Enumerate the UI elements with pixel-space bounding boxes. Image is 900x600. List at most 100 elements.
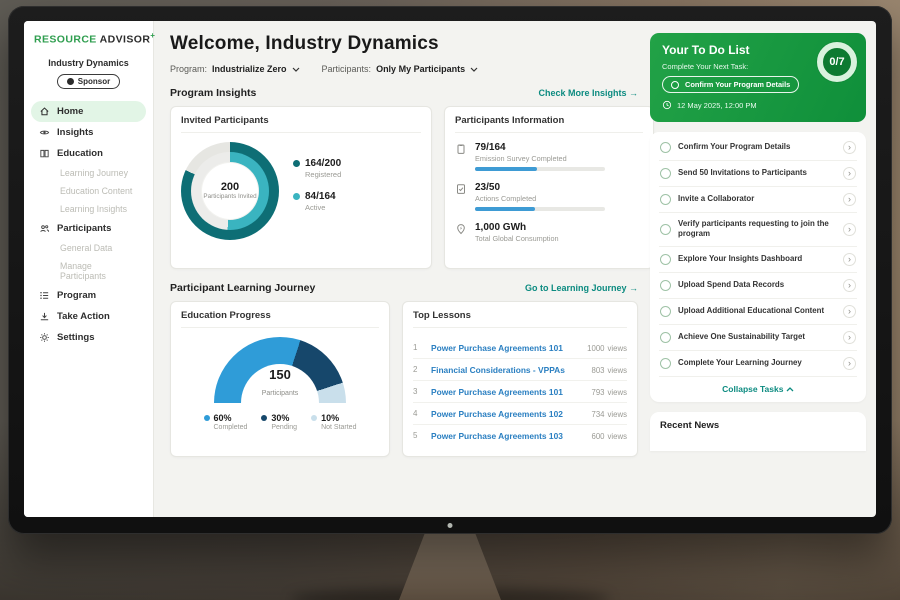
app-logo: RESOURCE ADVISOR+ xyxy=(31,31,146,46)
invited-participants-title: Invited Participants xyxy=(181,115,421,133)
task-checkbox[interactable] xyxy=(660,168,671,179)
program-insights-header: Program Insights Check More Insights → xyxy=(170,87,638,99)
chevron-right-icon[interactable]: › xyxy=(843,223,856,236)
chevron-right-icon[interactable]: › xyxy=(843,305,856,318)
legend-dot-active xyxy=(293,193,300,200)
task-row-complete-learning-journey[interactable]: Complete Your Learning Journey › xyxy=(659,351,857,377)
eye-icon xyxy=(39,127,50,138)
recent-news-card: Recent News xyxy=(650,412,866,451)
sidebar-item-general-data[interactable]: General Data xyxy=(31,239,146,257)
sidebar-item-take-action[interactable]: Take Action xyxy=(31,306,146,327)
chevron-up-icon xyxy=(786,387,794,392)
program-insights-title: Program Insights xyxy=(170,87,256,99)
list-icon xyxy=(39,290,50,301)
sidebar-item-program[interactable]: Program xyxy=(31,285,146,306)
task-row-upload-spend-data[interactable]: Upload Spend Data Records › xyxy=(659,273,857,299)
lesson-row[interactable]: 4 Power Purchase Agreements 102 734views xyxy=(413,403,627,425)
lesson-link[interactable]: Power Purchase Agreements 103 xyxy=(431,431,580,441)
sidebar: RESOURCE ADVISOR+ Industry Dynamics Spon… xyxy=(24,21,154,517)
sidebar-item-settings[interactable]: Settings xyxy=(31,327,146,348)
learning-cards-row: Education Progress 150 Participants xyxy=(170,301,638,457)
chevron-right-icon[interactable]: › xyxy=(843,253,856,266)
main-content: Welcome, Industry Dynamics Program: Indu… xyxy=(154,21,650,517)
sponsor-label: Sponsor xyxy=(78,77,110,86)
task-row-confirm-program[interactable]: Confirm Your Program Details › xyxy=(659,135,857,161)
participants-information-title: Participants Information xyxy=(455,115,643,133)
task-checkbox[interactable] xyxy=(660,280,671,291)
task-checkbox[interactable] xyxy=(671,81,679,89)
chevron-right-icon[interactable]: › xyxy=(843,357,856,370)
education-progress-card: Education Progress 150 Participants xyxy=(170,301,390,457)
task-row-verify-participants[interactable]: Verify participants requesting to join t… xyxy=(659,213,857,247)
participants-information-card: Participants Information 79/164 Emission… xyxy=(444,106,654,269)
home-icon xyxy=(39,106,50,117)
lesson-link[interactable]: Power Purchase Agreements 101 xyxy=(431,387,580,397)
sidebar-item-education[interactable]: Education xyxy=(31,143,146,164)
task-row-invite-collaborator[interactable]: Invite a Collaborator › xyxy=(659,187,857,213)
lesson-link[interactable]: Financial Considerations - VPPAs xyxy=(431,365,580,375)
program-filter[interactable]: Program: Industrialize Zero xyxy=(170,64,300,74)
legend-pending: 30% Pending xyxy=(261,413,297,431)
participants-filter[interactable]: Participants: Only My Participants xyxy=(322,64,479,74)
task-checkbox[interactable] xyxy=(660,332,671,343)
lesson-row[interactable]: 3 Power Purchase Agreements 101 793views xyxy=(413,381,627,403)
sponsor-badge[interactable]: Sponsor xyxy=(57,74,120,89)
invited-participants-donut-chart: 200 Participants Invited xyxy=(181,142,279,240)
arrow-right-icon: → xyxy=(629,283,638,293)
arrow-right-icon: → xyxy=(629,88,638,98)
education-progress-gauge-chart: 150 Participants xyxy=(214,337,346,403)
sidebar-item-education-content[interactable]: Education Content xyxy=(31,182,146,200)
chevron-right-icon[interactable]: › xyxy=(843,279,856,292)
legend-not-started: 10% Not Started xyxy=(311,413,356,431)
task-row-upload-educational-content[interactable]: Upload Additional Educational Content › xyxy=(659,299,857,325)
lesson-link[interactable]: Power Purchase Agreements 102 xyxy=(431,409,580,419)
sidebar-item-learning-insights[interactable]: Learning Insights xyxy=(31,200,146,218)
dashboard-screen: RESOURCE ADVISOR+ Industry Dynamics Spon… xyxy=(24,21,876,517)
task-checkbox[interactable] xyxy=(660,358,671,369)
right-panel: 0/7 Your To Do List Complete Your Next T… xyxy=(650,21,876,517)
sidebar-item-manage-participants[interactable]: Manage Participants xyxy=(31,257,146,285)
webcam-dot xyxy=(448,523,453,528)
lesson-row[interactable]: 1 Power Purchase Agreements 101 1000view… xyxy=(413,337,627,359)
sidebar-item-learning-journey[interactable]: Learning Journey xyxy=(31,164,146,182)
energy-pin-icon xyxy=(455,223,467,235)
chevron-right-icon[interactable]: › xyxy=(843,141,856,154)
task-row-send-invitations[interactable]: Send 50 Invitations to Participants › xyxy=(659,161,857,187)
collapse-tasks-link[interactable]: Collapse Tasks xyxy=(659,377,857,402)
education-progress-title: Education Progress xyxy=(181,310,379,328)
task-row-achieve-target[interactable]: Achieve One Sustainability Target › xyxy=(659,325,857,351)
todo-subtitle: Complete Your Next Task: xyxy=(662,62,792,71)
program-filter-value: Industrialize Zero xyxy=(212,64,287,74)
go-to-learning-journey-link[interactable]: Go to Learning Journey → xyxy=(525,283,638,293)
next-task-chip[interactable]: Confirm Your Program Details xyxy=(662,76,799,93)
monitor-bezel: RESOURCE ADVISOR+ Industry Dynamics Spon… xyxy=(8,6,892,534)
learning-journey-title: Participant Learning Journey xyxy=(170,282,315,294)
sidebar-item-participants[interactable]: Participants xyxy=(31,218,146,239)
lesson-row[interactable]: 2 Financial Considerations - VPPAs 803vi… xyxy=(413,359,627,381)
check-more-insights-link[interactable]: Check More Insights → xyxy=(538,88,638,98)
sidebar-item-home[interactable]: Home xyxy=(31,101,146,122)
download-icon xyxy=(39,311,50,322)
legend-registered: 164/200 Registered xyxy=(293,158,341,179)
donut-center-label: Participants Invited xyxy=(203,193,256,201)
lesson-link[interactable]: Power Purchase Agreements 101 xyxy=(431,343,576,353)
task-checkbox[interactable] xyxy=(660,254,671,265)
chevron-right-icon[interactable]: › xyxy=(843,193,856,206)
lesson-row[interactable]: 5 Power Purchase Agreements 103 600views xyxy=(413,425,627,446)
todo-progress-ring: 0/7 xyxy=(817,42,857,82)
task-checkbox[interactable] xyxy=(660,224,671,235)
actions-progress-bar xyxy=(475,207,605,211)
chevron-right-icon[interactable]: › xyxy=(843,331,856,344)
emission-survey-row: 79/164 Emission Survey Completed xyxy=(455,142,643,171)
legend-dot-registered xyxy=(293,160,300,167)
legend-active: 84/164 Active xyxy=(293,191,341,212)
recent-news-title: Recent News xyxy=(660,420,856,431)
task-checkbox[interactable] xyxy=(660,194,671,205)
sidebar-item-insights[interactable]: Insights xyxy=(31,122,146,143)
book-icon xyxy=(39,148,50,159)
chevron-right-icon[interactable]: › xyxy=(843,167,856,180)
task-checkbox[interactable] xyxy=(660,142,671,153)
task-checkbox[interactable] xyxy=(660,306,671,317)
legend-dot-pending xyxy=(261,415,267,421)
task-row-explore-insights[interactable]: Explore Your Insights Dashboard › xyxy=(659,247,857,273)
